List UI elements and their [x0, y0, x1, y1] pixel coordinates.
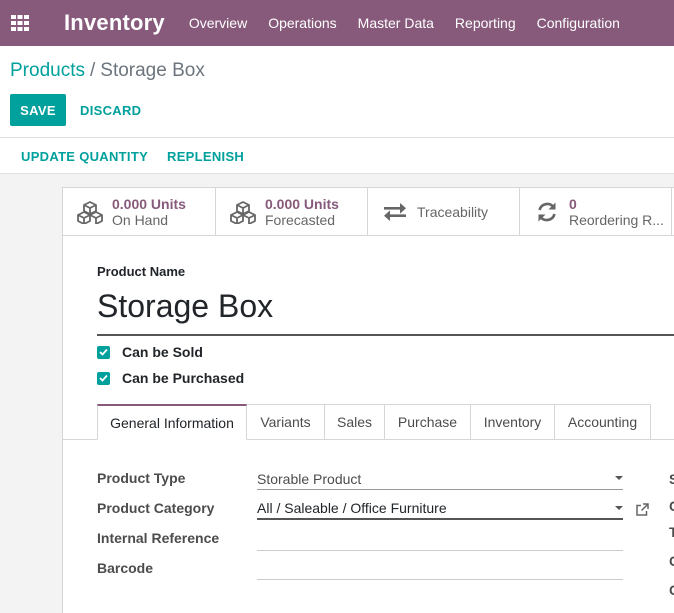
refresh-icon: [534, 199, 560, 225]
product-category-value: All / Saleable / Office Furniture: [257, 500, 447, 516]
external-link-icon[interactable]: [635, 503, 649, 517]
traceability-smart-button[interactable]: Traceability: [368, 188, 520, 236]
product-name-underline: [97, 334, 674, 336]
reordering-label: Reordering R...: [569, 212, 664, 228]
product-category-label: Product Category: [97, 500, 215, 516]
product-type-select[interactable]: Storable Product: [257, 468, 623, 490]
menu-overview[interactable]: Overview: [189, 15, 247, 31]
right-column-label: C: [669, 553, 674, 569]
right-column-label: C: [669, 498, 674, 514]
control-panel: Products / Storage Box SAVE DISCARD: [0, 46, 674, 138]
product-type-label: Product Type: [97, 470, 186, 486]
can-be-sold-row: Can be Sold: [97, 343, 203, 361]
tab-accounting[interactable]: Accounting: [554, 404, 651, 440]
product-category-select[interactable]: All / Saleable / Office Furniture: [257, 498, 623, 520]
right-column-label: T: [669, 524, 674, 540]
product-name-label: Product Name: [97, 264, 186, 279]
forecasted-value: 0.000 Units: [265, 196, 339, 212]
app-title[interactable]: Inventory: [64, 10, 165, 36]
barcode-input[interactable]: [257, 558, 623, 580]
tab-general-information[interactable]: General Information: [97, 404, 247, 440]
forecasted-label: Forecasted: [265, 212, 336, 228]
can-be-purchased-checkbox[interactable]: [97, 371, 110, 385]
tab-sales[interactable]: Sales: [324, 404, 385, 440]
internal-reference-input[interactable]: [257, 529, 623, 551]
update-quantity-button[interactable]: UPDATE QUANTITY: [21, 138, 148, 174]
product-name-input[interactable]: Storage Box: [97, 288, 273, 325]
right-column-label: C: [669, 582, 674, 598]
menu-reporting[interactable]: Reporting: [455, 15, 516, 31]
apps-grid-icon[interactable]: [0, 0, 40, 46]
chevron-down-icon: [615, 476, 623, 480]
tab-purchase[interactable]: Purchase: [384, 404, 471, 440]
form-sheet: 0.000 Units On Hand 0.000 Units Forecast…: [62, 187, 674, 613]
form-statusbar: UPDATE QUANTITY REPLENISH: [0, 138, 674, 174]
on-hand-label: On Hand: [112, 212, 169, 228]
top-navbar: Inventory Overview Operations Master Dat…: [0, 0, 674, 46]
replenish-button[interactable]: REPLENISH: [167, 138, 244, 174]
cubes-icon: [77, 199, 103, 225]
breadcrumb-current: Storage Box: [100, 60, 205, 81]
can-be-sold-label: Can be Sold: [122, 344, 203, 360]
exchange-arrows-icon: [382, 199, 408, 225]
menu-configuration[interactable]: Configuration: [537, 15, 620, 31]
breadcrumb-products-link[interactable]: Products: [10, 60, 85, 81]
forecasted-smart-button[interactable]: 0.000 Units Forecasted: [216, 188, 368, 236]
can-be-purchased-row: Can be Purchased: [97, 369, 244, 387]
on-hand-smart-button[interactable]: 0.000 Units On Hand: [63, 188, 216, 236]
on-hand-value: 0.000 Units: [112, 196, 186, 212]
reordering-value: 0: [569, 196, 577, 212]
save-button[interactable]: SAVE: [10, 94, 66, 126]
traceability-label: Traceability: [417, 204, 489, 220]
notebook-tabs: General Information Variants Sales Purch…: [97, 404, 651, 440]
product-type-value: Storable Product: [257, 470, 362, 487]
can-be-purchased-label: Can be Purchased: [122, 370, 245, 386]
tab-inventory[interactable]: Inventory: [470, 404, 555, 440]
menu-operations[interactable]: Operations: [268, 15, 336, 31]
breadcrumb-separator: /: [89, 60, 96, 81]
tab-variants[interactable]: Variants: [246, 404, 325, 440]
cubes-icon: [230, 199, 256, 225]
reordering-rules-smart-button[interactable]: 0 Reordering R...: [520, 188, 672, 236]
smart-buttons-row: 0.000 Units On Hand 0.000 Units Forecast…: [63, 188, 674, 236]
breadcrumb: Products / Storage Box: [10, 60, 205, 82]
barcode-label: Barcode: [97, 560, 154, 576]
can-be-sold-checkbox[interactable]: [97, 345, 110, 359]
internal-reference-label: Internal Reference: [97, 530, 220, 546]
chevron-down-icon: [615, 506, 623, 510]
menu-master-data[interactable]: Master Data: [358, 15, 434, 31]
discard-button[interactable]: DISCARD: [80, 94, 141, 126]
right-column-label: S: [669, 471, 674, 487]
